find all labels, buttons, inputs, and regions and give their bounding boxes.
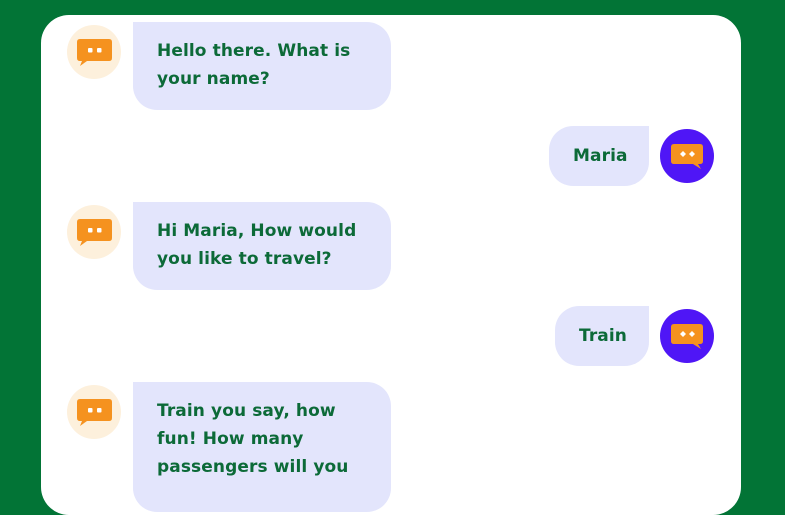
bot-avatar	[67, 205, 121, 259]
chat-bubble-icon	[671, 324, 703, 349]
user-message: Maria	[549, 126, 649, 186]
user-avatar	[660, 129, 714, 183]
chat-bubble-icon	[77, 219, 112, 246]
chat-bubble-icon	[77, 399, 112, 426]
bot-message: Train you say, how fun! How many passeng…	[133, 382, 391, 512]
bot-avatar	[67, 25, 121, 79]
user-message: Train	[555, 306, 649, 366]
user-avatar	[660, 309, 714, 363]
chat-bubble-icon	[77, 39, 112, 66]
bot-message: Hello there. What is your name?	[133, 22, 391, 110]
bot-message: Hi Maria, How would you like to travel?	[133, 202, 391, 290]
bot-avatar	[67, 385, 121, 439]
chat-bubble-icon	[671, 144, 703, 169]
chat-panel: Hello there. What is your name? Maria Hi…	[41, 15, 741, 515]
